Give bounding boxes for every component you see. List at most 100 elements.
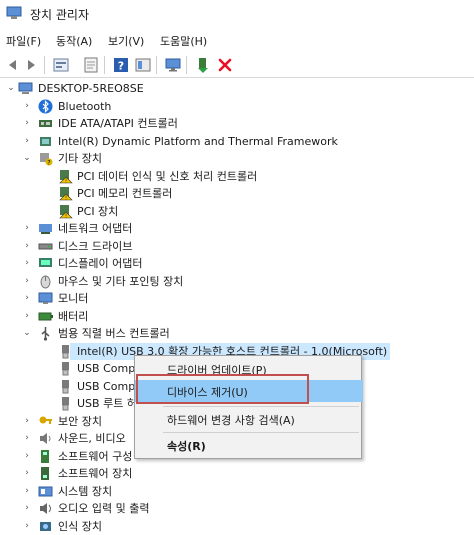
tree-item-label: 오디오 입력 및 출력 bbox=[58, 502, 149, 516]
tree-item[interactable]: ›IDE ATA/ATAPI 컨트롤러 bbox=[0, 115, 474, 133]
menu-action[interactable]: 동작(A) bbox=[56, 33, 92, 49]
tree-item[interactable]: › 오디오 입력 및 출력 bbox=[0, 500, 474, 518]
tree-item[interactable]: › 인식 장치 bbox=[0, 518, 474, 535]
expand-arrow-icon[interactable]: › bbox=[22, 485, 32, 497]
tree-item[interactable]: › 마우스 및 기타 포인팅 장치 bbox=[0, 273, 474, 291]
tree-item-label: 마우스 및 기타 포인팅 장치 bbox=[58, 275, 183, 289]
tree-item-label: Intel(R) Dynamic Platform and Thermal Fr… bbox=[58, 135, 338, 149]
expand-arrow-icon[interactable]: › bbox=[22, 240, 32, 252]
expand-arrow-icon[interactable]: ⌄ bbox=[6, 82, 16, 94]
usb-device-icon bbox=[58, 379, 73, 394]
expand-arrow-icon[interactable]: › bbox=[22, 292, 32, 304]
title-bar: 장치 관리자 bbox=[0, 0, 474, 28]
chip-icon bbox=[38, 134, 53, 149]
expand-arrow-icon[interactable]: › bbox=[22, 310, 32, 322]
tree-item[interactable]: ›Bluetooth bbox=[0, 98, 474, 116]
expand-arrow-icon[interactable]: › bbox=[22, 100, 32, 112]
tree-item-label: 시스템 장치 bbox=[58, 485, 112, 499]
toolbar-separator bbox=[104, 56, 105, 74]
tree-item-label: 사운드, 비디오 bbox=[58, 432, 126, 446]
sound-icon bbox=[38, 431, 53, 446]
enable-device-icon[interactable] bbox=[194, 56, 212, 74]
expand-arrow-icon[interactable]: › bbox=[22, 432, 32, 444]
menu-separator bbox=[163, 432, 359, 433]
tree-item[interactable]: !PCI 메모리 컨트롤러 bbox=[0, 185, 474, 203]
tree-item-label: USB Compo bbox=[77, 380, 142, 394]
tree-item[interactable]: ! PCI 장치 bbox=[0, 203, 474, 221]
tree-item[interactable]: › 모니터 bbox=[0, 290, 474, 308]
tree-item-label: PCI 데이터 인식 및 신호 처리 컨트롤러 bbox=[77, 170, 257, 184]
expand-arrow-icon[interactable]: › bbox=[22, 450, 32, 462]
properties-icon[interactable] bbox=[52, 56, 70, 74]
svg-text:?: ? bbox=[47, 160, 50, 167]
expand-arrow-icon[interactable]: ⌄ bbox=[22, 327, 32, 339]
expand-arrow-icon[interactable]: › bbox=[22, 275, 32, 287]
toolbar-separator bbox=[186, 56, 187, 74]
expand-arrow-icon[interactable]: › bbox=[22, 117, 32, 129]
menu-help[interactable]: 도움말(H) bbox=[160, 33, 207, 49]
expand-arrow-icon[interactable]: › bbox=[22, 502, 32, 514]
toolbar: ? bbox=[0, 52, 474, 78]
tree-item[interactable]: › 배터리 bbox=[0, 308, 474, 326]
expand-arrow-icon[interactable]: › bbox=[22, 257, 32, 269]
tree-item-label: 기타 장치 bbox=[58, 152, 102, 166]
ctx-properties[interactable]: 속성(R) bbox=[135, 434, 363, 456]
root-label: DESKTOP-5REO8SE bbox=[38, 82, 144, 96]
remove-icon[interactable] bbox=[216, 56, 234, 74]
menu-file[interactable]: 파일(F) bbox=[6, 33, 41, 49]
monitor-icon bbox=[38, 291, 53, 306]
expand-arrow-icon[interactable]: › bbox=[22, 467, 32, 479]
svg-text:!: ! bbox=[65, 178, 67, 183]
system-device-icon bbox=[38, 484, 53, 499]
tree-item[interactable]: ›네트워크 어댑터 bbox=[0, 220, 474, 238]
other-devices-icon: ? bbox=[38, 151, 53, 166]
monitor-icon[interactable] bbox=[164, 56, 182, 74]
expand-arrow-icon[interactable]: › bbox=[22, 222, 32, 234]
back-arrow-icon[interactable] bbox=[4, 56, 22, 74]
tree-item[interactable]: ⌄ 범용 직렬 버스 컨트롤러 bbox=[0, 325, 474, 343]
tree-item-label: PCI 메모리 컨트롤러 bbox=[77, 187, 172, 201]
panel-icon[interactable] bbox=[134, 56, 152, 74]
tree-item-label: 디스크 드라이브 bbox=[58, 240, 132, 254]
help-icon[interactable]: ? bbox=[112, 56, 130, 74]
bluetooth-icon bbox=[38, 99, 53, 114]
expand-arrow-icon[interactable]: › bbox=[22, 415, 32, 427]
tree-item[interactable]: › 시스템 장치 bbox=[0, 483, 474, 501]
tree-item-label: USB Compo bbox=[77, 362, 142, 376]
tree-item[interactable]: › 디스크 드라이브 bbox=[0, 238, 474, 256]
expand-arrow-icon[interactable]: › bbox=[22, 520, 32, 532]
tree-item[interactable]: ›디스플레이 어댑터 bbox=[0, 255, 474, 273]
mouse-icon bbox=[38, 274, 53, 289]
tree-item[interactable]: ! PCI 데이터 인식 및 신호 처리 컨트롤러 bbox=[0, 168, 474, 186]
usb-device-icon bbox=[58, 344, 73, 359]
tree-item-label: 소프트웨어 장치 bbox=[58, 467, 132, 481]
tree-item-label: 범용 직렬 버스 컨트롤러 bbox=[58, 327, 170, 341]
window-title: 장치 관리자 bbox=[30, 6, 89, 23]
doc-icon[interactable] bbox=[82, 56, 100, 74]
tree-item-label: 인식 장치 bbox=[58, 520, 102, 534]
device-manager-icon bbox=[6, 6, 22, 20]
tree-item[interactable]: › 소프트웨어 장치 bbox=[0, 465, 474, 483]
expand-arrow-icon[interactable]: ⌄ bbox=[22, 152, 32, 164]
toolbar-separator bbox=[156, 56, 157, 74]
security-key-icon bbox=[38, 414, 53, 429]
forward-arrow-icon[interactable] bbox=[22, 56, 40, 74]
expand-arrow-icon[interactable]: › bbox=[22, 135, 32, 147]
svg-text:!: ! bbox=[65, 213, 67, 218]
warning-device-icon: ! bbox=[58, 204, 73, 219]
tree-item-label: 배터리 bbox=[58, 310, 88, 324]
network-adapter-icon bbox=[38, 221, 53, 236]
ctx-scan-hardware[interactable]: 하드웨어 변경 사항 검색(A) bbox=[135, 408, 363, 430]
computer-icon bbox=[18, 81, 33, 96]
tree-item-label: PCI 장치 bbox=[77, 205, 118, 219]
tree-root[interactable]: ⌄ DESKTOP-5REO8SE bbox=[0, 80, 474, 98]
usb-device-icon bbox=[58, 396, 73, 411]
tree-item[interactable]: ⌄? 기타 장치 bbox=[0, 150, 474, 168]
tree-item-label: USB 루트 허 bbox=[77, 397, 137, 411]
tree-item-label: 모니터 bbox=[58, 292, 88, 306]
battery-icon bbox=[38, 309, 53, 324]
display-adapter-icon bbox=[38, 256, 53, 271]
tree-item[interactable]: › Intel(R) Dynamic Platform and Thermal F… bbox=[0, 133, 474, 151]
menu-view[interactable]: 보기(V) bbox=[108, 33, 144, 49]
menu-bar: 파일(F) 동작(A) 보기(V) 도움말(H) bbox=[0, 30, 474, 52]
